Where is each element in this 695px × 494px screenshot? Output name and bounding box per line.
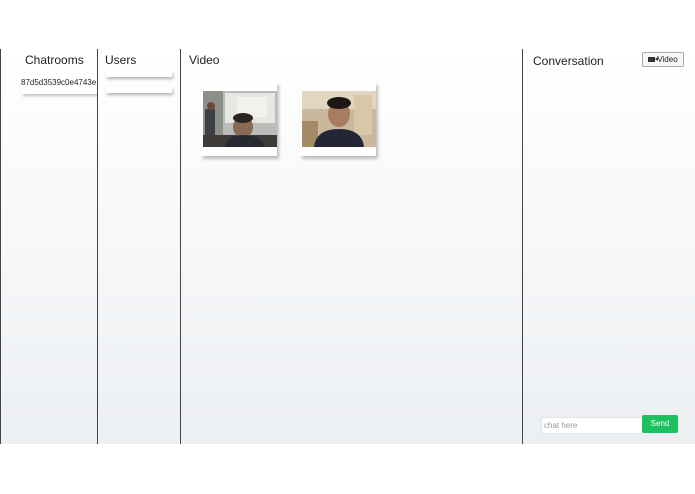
webcam-feed-participant-2-icon (302, 91, 376, 147)
video-panel: Video (181, 49, 523, 444)
chat-input[interactable] (541, 417, 643, 434)
chatrooms-heading: Chatrooms (25, 53, 84, 67)
video-toggle-label: Video (657, 55, 678, 64)
video-camera-icon (648, 56, 659, 62)
user-item[interactable] (106, 87, 172, 93)
chatroom-item[interactable]: 87d5d3539c0e4743e (21, 74, 97, 94)
send-button[interactable]: Send (642, 415, 678, 433)
video-tile[interactable] (201, 82, 277, 156)
chat-app: Chatrooms 87d5d3539c0e4743e Users Video (0, 49, 695, 444)
conversation-heading: Conversation (533, 54, 604, 68)
chatrooms-panel: Chatrooms 87d5d3539c0e4743e (0, 49, 98, 444)
users-panel: Users (97, 49, 181, 444)
webcam-feed-image (203, 91, 277, 147)
video-tile[interactable] (300, 82, 376, 156)
webcam-feed-image (302, 91, 376, 147)
users-heading: Users (105, 53, 137, 67)
conversation-panel: Conversation Video Send (523, 49, 695, 444)
video-toggle-button[interactable]: Video (642, 52, 684, 67)
video-heading: Video (189, 53, 220, 67)
user-item[interactable] (106, 71, 172, 77)
webcam-feed-participant-1-icon (203, 91, 277, 147)
